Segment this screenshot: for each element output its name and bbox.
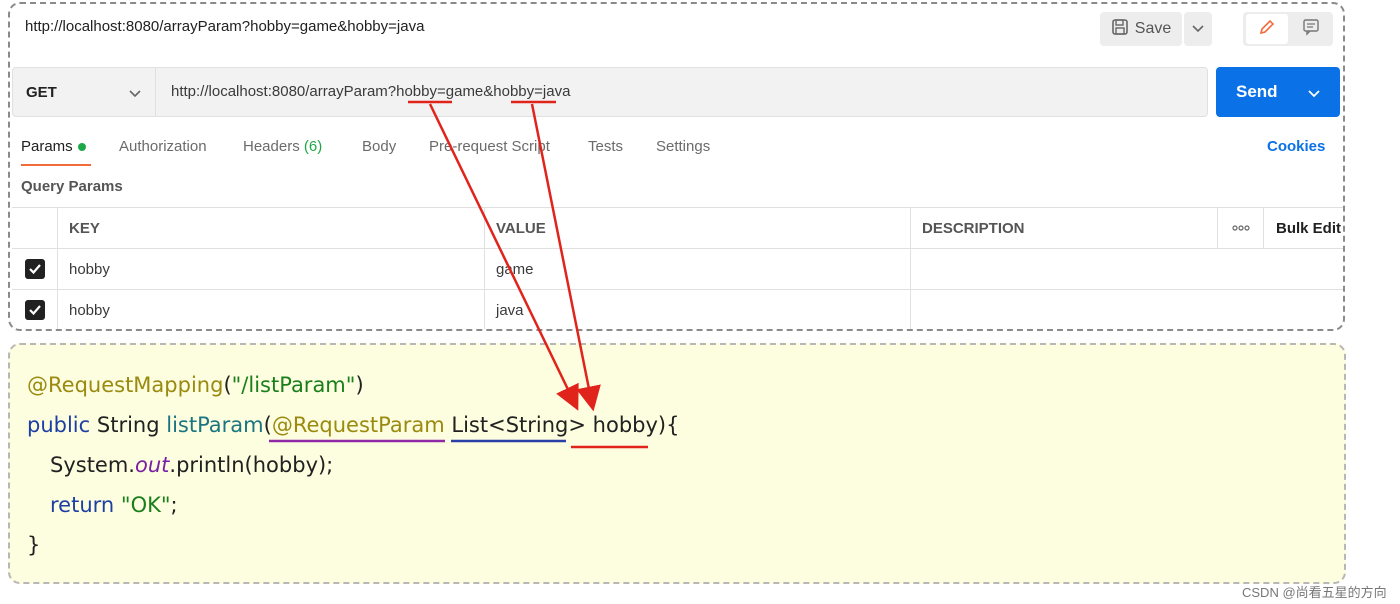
hobby-parameter: hobby [592, 413, 658, 437]
checkmark-icon [24, 259, 45, 279]
send-button[interactable]: Send [1216, 67, 1340, 117]
code-token: .println(hobby); [169, 453, 334, 477]
send-label: Send [1236, 82, 1278, 101]
comment-icon [1302, 18, 1320, 41]
tab-headers-label: Headers [243, 138, 300, 155]
list-type: List<String> [451, 413, 586, 437]
code-line-1: @RequestMapping("/listParam") [27, 373, 364, 397]
code-token: ){ [657, 413, 680, 437]
description-column-header: DESCRIPTION [911, 208, 1218, 248]
comments-button[interactable] [1291, 14, 1331, 44]
headers-count: (6) [303, 138, 323, 155]
mapping-path-string: "/listParam" [231, 373, 356, 397]
tab-body[interactable]: Body [362, 138, 396, 155]
csdn-watermark: CSDN @尚看五星的方向 [1242, 585, 1387, 600]
return-string: "OK" [120, 493, 171, 517]
return-type: String [96, 413, 160, 437]
save-label: Save [1134, 20, 1172, 37]
code-snippet-panel: @RequestMapping("/listParam") public Str… [8, 343, 1346, 584]
tab-settings[interactable]: Settings [656, 138, 710, 155]
edit-button[interactable] [1246, 14, 1288, 44]
code-token: ) [355, 373, 364, 397]
row-checkbox[interactable] [12, 290, 58, 329]
checkmark-icon [24, 300, 45, 320]
chevron-down-icon [1192, 20, 1204, 38]
code-line-2: public String listParam(@RequestParam Li… [27, 413, 679, 437]
request-param-annotation: @RequestParam [271, 413, 445, 437]
table-row: hobby game [12, 249, 1343, 290]
postman-request-panel: http://localhost:8080/arrayParam?hobby=g… [8, 2, 1345, 331]
code-line-5: } [27, 533, 41, 557]
method-select[interactable]: GET [13, 68, 156, 116]
chevron-down-icon [129, 85, 141, 103]
url-input[interactable]: http://localhost:8080/arrayParam?hobby=g… [171, 83, 570, 100]
request-url-bar: GET http://localhost:8080/arrayParam?hob… [12, 67, 1208, 117]
table-row: hobby java [12, 290, 1343, 329]
save-button[interactable]: Save [1100, 12, 1182, 46]
tab-authorization[interactable]: Authorization [119, 138, 207, 155]
request-title: http://localhost:8080/arrayParam?hobby=g… [25, 18, 425, 35]
query-params-title: Query Params [21, 178, 123, 195]
save-options-button[interactable] [1184, 12, 1212, 46]
code-token: ( [223, 373, 232, 397]
code-line-4: return "OK"; [50, 493, 178, 517]
params-table: KEY VALUE DESCRIPTION Bulk Edit hobby ga… [12, 207, 1343, 329]
code-token: ; [170, 493, 178, 517]
pencil-icon [1258, 18, 1276, 41]
out-field: out [134, 453, 170, 477]
bulk-edit-button[interactable]: Bulk Edit [1264, 208, 1343, 248]
more-options-icon[interactable] [1218, 208, 1264, 248]
param-description-cell[interactable] [911, 249, 1343, 289]
params-active-dot [77, 143, 86, 152]
code-token: ( [263, 413, 272, 437]
save-icon [1111, 18, 1129, 41]
table-header-row: KEY VALUE DESCRIPTION Bulk Edit [12, 208, 1343, 249]
param-value-cell[interactable]: game [485, 249, 911, 289]
key-column-header: KEY [58, 208, 485, 248]
tab-prerequest-script[interactable]: Pre-request Script [429, 138, 550, 155]
view-mode-toggle [1243, 12, 1333, 46]
value-column-header: VALUE [485, 208, 911, 248]
return-keyword: return [50, 493, 115, 517]
method-name: listParam [166, 413, 264, 437]
cookies-link[interactable]: Cookies [1267, 138, 1325, 155]
tab-params-label: Params [21, 138, 73, 155]
code-token: System. [50, 453, 135, 477]
param-key-cell[interactable]: hobby [58, 290, 485, 329]
tab-headers[interactable]: Headers (6) [243, 138, 322, 155]
checkbox-column-header [12, 208, 58, 248]
chevron-down-icon[interactable] [1308, 85, 1320, 103]
active-tab-underline [21, 164, 91, 166]
method-label: GET [26, 83, 57, 101]
param-value-cell[interactable]: java [485, 290, 911, 329]
row-checkbox[interactable] [12, 249, 58, 289]
request-mapping-annotation: @RequestMapping [27, 373, 224, 397]
param-key-cell[interactable]: hobby [58, 249, 485, 289]
tab-params[interactable]: Params [21, 138, 91, 166]
code-line-3: System.out.println(hobby); [50, 453, 333, 477]
param-description-cell[interactable] [911, 290, 1343, 329]
tab-tests[interactable]: Tests [588, 138, 623, 155]
public-keyword: public [27, 413, 91, 437]
